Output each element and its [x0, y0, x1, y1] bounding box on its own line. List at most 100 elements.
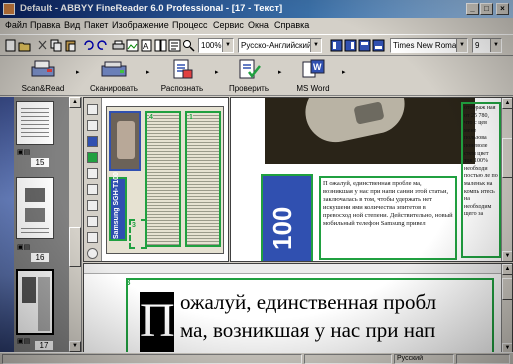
scroll-up-arrow[interactable]: ▲	[502, 98, 512, 109]
block-number: 1	[189, 114, 193, 121]
text-scrollbar[interactable]: ▲ ▼	[501, 264, 512, 354]
chevron-down-icon[interactable]: ▼	[222, 39, 233, 52]
menu-batch[interactable]: Пакет	[84, 20, 108, 30]
check-button[interactable]: Проверить	[222, 58, 276, 94]
layout-icon[interactable]	[330, 39, 343, 52]
svg-text:W: W	[313, 62, 322, 72]
status-bar: Русский	[0, 352, 513, 364]
scan-label: Сканировать	[90, 84, 138, 93]
menu-view[interactable]: Вид	[64, 20, 80, 30]
text-block-2[interactable]: 1	[185, 111, 221, 247]
order-tool-icon[interactable]	[87, 232, 98, 243]
rotate-tool-icon[interactable]	[87, 216, 98, 227]
magnifier-tool-icon[interactable]	[87, 248, 98, 259]
chevron-down-icon[interactable]: ▼	[490, 39, 501, 52]
zoom-text-block[interactable]: П ожалуй, единственная пробле ма, возник…	[319, 176, 457, 260]
thumbnail-page-15[interactable]	[16, 101, 54, 145]
thumbnail-page-16[interactable]	[16, 177, 54, 239]
title-bar[interactable]: Default - ABBYY FineReader 6.0 Professio…	[0, 0, 513, 18]
text-block-frame[interactable]: 3 П ожалуй, единственная пробл ма, возни…	[126, 278, 494, 354]
check-dropdown[interactable]: ▸	[278, 68, 282, 76]
scroll-thumb[interactable]	[502, 138, 512, 178]
chevron-down-icon[interactable]: ▼	[310, 39, 321, 52]
menu-edit[interactable]: Правка	[30, 20, 60, 30]
text-view-icon[interactable]	[168, 39, 181, 52]
scan-read-icon	[31, 60, 55, 77]
zoom-photo	[265, 98, 475, 164]
ms-word-button[interactable]: W MS Word	[286, 58, 340, 94]
menu-windows[interactable]: Окна	[248, 20, 269, 30]
thumbnail-page-17[interactable]	[16, 269, 54, 335]
text-line-2[interactable]: ма, возникшая у нас при нап	[180, 318, 435, 342]
scan-icon[interactable]	[112, 39, 125, 52]
pointer-tool-icon[interactable]	[87, 168, 98, 179]
scroll-thumb[interactable]	[69, 227, 81, 267]
zoom-big-label: 100	[267, 206, 297, 250]
menu-image[interactable]: Изображение	[112, 20, 169, 30]
scan-button[interactable]: Сканировать	[84, 58, 144, 94]
page-image: Samsung SGH-T100 4 1 3	[106, 106, 224, 254]
font-size-value: 9	[475, 41, 480, 50]
menu-help[interactable]: Справка	[274, 20, 309, 30]
new-document-icon[interactable]	[4, 39, 17, 52]
recognize-button[interactable]: Распознать	[152, 58, 212, 94]
zoom-select[interactable]: 100% ▼	[198, 38, 234, 53]
chevron-down-icon[interactable]: ▼	[456, 39, 467, 52]
layout-icon[interactable]	[344, 39, 357, 52]
table-area-tool-icon[interactable]	[87, 152, 98, 163]
scroll-down-arrow[interactable]: ▼	[502, 251, 512, 261]
menu-bar: Файл Правка Вид Пакет Изображение Процес…	[0, 18, 513, 34]
undo-icon[interactable]	[82, 39, 95, 52]
open-image-icon[interactable]	[126, 39, 139, 52]
picture-area-tool-icon[interactable]	[87, 136, 98, 147]
font-size-select[interactable]: 9 ▼	[472, 38, 502, 53]
layout-icon[interactable]	[372, 39, 385, 52]
add-area-tool-icon[interactable]	[87, 184, 98, 195]
language-select[interactable]: Русско-Английский ▼	[238, 38, 322, 53]
cut-area-tool-icon[interactable]	[87, 200, 98, 211]
minimize-button[interactable]: _	[466, 3, 479, 15]
scroll-up-arrow[interactable]: ▲	[502, 264, 512, 275]
menu-process[interactable]: Процесс	[172, 20, 208, 30]
font-select[interactable]: Times New Roman ▼	[390, 38, 468, 53]
text-line-1[interactable]: ожалуй, единственная пробл	[180, 290, 436, 314]
zoom-scrollbar[interactable]: ▲ ▼	[501, 98, 512, 261]
zoom-icon[interactable]	[182, 39, 195, 52]
ms-word-dropdown[interactable]: ▸	[342, 68, 346, 76]
zoom-title-block[interactable]: 100	[261, 174, 313, 261]
text-area-tool-icon[interactable]	[87, 120, 98, 131]
select-tool-icon[interactable]	[87, 104, 98, 115]
thumbnails-scrollbar[interactable]: ▲ ▼	[68, 97, 81, 352]
scroll-down-arrow[interactable]: ▼	[69, 341, 81, 352]
copy-icon[interactable]	[50, 39, 63, 52]
text-block-3[interactable]: 3	[129, 219, 147, 249]
menu-tools[interactable]: Сервис	[213, 20, 244, 30]
maximize-button[interactable]: □	[480, 3, 493, 15]
page-status-icons: ▣▤	[17, 244, 31, 251]
menu-file[interactable]: Файл	[5, 20, 27, 30]
text-block-1[interactable]: 4	[145, 111, 181, 247]
recognize-icon[interactable]: A	[140, 39, 153, 52]
scan-read-dropdown[interactable]: ▸	[76, 68, 80, 76]
check-label: Проверить	[228, 84, 269, 93]
recognize-dropdown[interactable]: ▸	[215, 68, 219, 76]
scan-read-button[interactable]: Scan&Read	[14, 58, 72, 94]
block-number: 3	[126, 278, 131, 287]
title-block[interactable]: Samsung SGH-T100	[109, 172, 127, 241]
scroll-up-arrow[interactable]: ▲	[69, 97, 81, 108]
recognize-icon	[173, 59, 193, 79]
paste-icon[interactable]	[64, 39, 77, 52]
open-folder-icon[interactable]	[18, 39, 31, 52]
close-button[interactable]: ×	[496, 3, 509, 15]
redo-icon[interactable]	[96, 39, 109, 52]
scroll-thumb[interactable]	[502, 278, 512, 300]
scan-dropdown[interactable]: ▸	[146, 68, 150, 76]
zoom-side-block[interactable]: отображ ная от 25 780, что с цев мене по…	[461, 102, 501, 258]
scanner-icon	[101, 61, 127, 77]
app-icon[interactable]	[3, 3, 15, 15]
picture-block[interactable]	[109, 111, 141, 171]
layout-icon[interactable]	[358, 39, 371, 52]
cut-icon[interactable]	[36, 39, 49, 52]
block-number: 3	[132, 222, 136, 229]
page-view-icon[interactable]	[154, 39, 167, 52]
